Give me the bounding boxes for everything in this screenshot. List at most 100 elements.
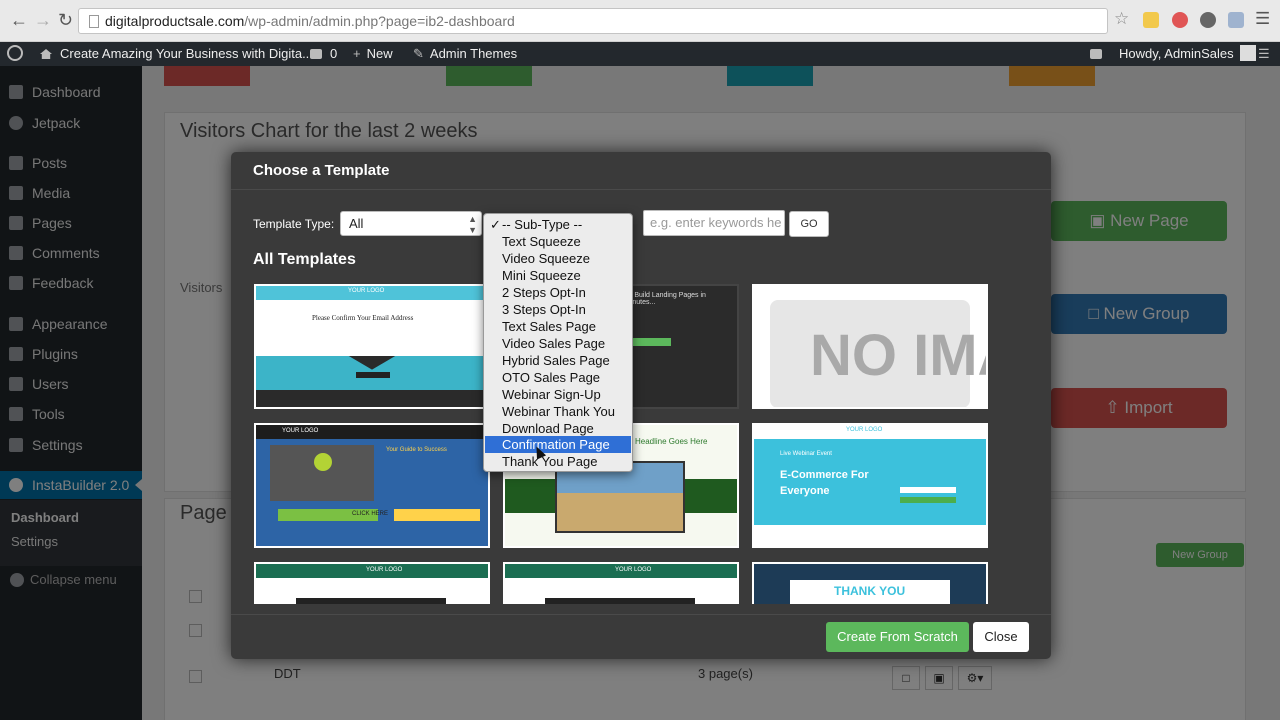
wordpress-logo-icon[interactable] xyxy=(7,42,23,66)
thumb-headline: Headline Goes Here xyxy=(635,437,708,446)
new-label: New xyxy=(366,46,393,61)
subtype-option[interactable]: 3 Steps Opt-In xyxy=(485,301,631,318)
browser-toolbar: ← → ↻ digitalproductsale.com/wp-admin/ad… xyxy=(0,0,1280,42)
plus-icon: + xyxy=(353,46,361,61)
forward-icon[interactable]: → xyxy=(34,10,52,31)
subtype-option[interactable]: Download Page xyxy=(485,420,631,437)
template-thumbnail[interactable]: THANK YOU xyxy=(752,562,988,604)
wp-admin-bar: Create Amazing Your Business with Digita… xyxy=(0,42,1280,66)
notification-icon[interactable] xyxy=(1090,42,1102,66)
option-label: Thank You Page xyxy=(502,454,598,469)
option-label: Video Sales Page xyxy=(502,336,606,351)
extension-badge-icon[interactable] xyxy=(1143,12,1159,28)
thumb-logo: YOUR LOGO xyxy=(366,567,403,573)
subtype-option[interactable]: 2 Steps Opt-In xyxy=(485,284,631,301)
option-label: -- Sub-Type -- xyxy=(502,217,583,232)
admin-themes-label: Admin Themes xyxy=(429,46,518,61)
subtype-option[interactable]: Hybrid Sales Page xyxy=(485,352,631,369)
subtype-option[interactable]: ✓ -- Sub-Type -- xyxy=(485,216,631,233)
close-button[interactable]: Close xyxy=(973,622,1029,652)
url-host: digitalproductsale.com xyxy=(105,13,245,29)
subtype-option-highlighted[interactable]: Confirmation Page xyxy=(485,436,631,453)
option-label: Download Page xyxy=(502,421,594,436)
subtype-dropdown-list[interactable]: ✓ -- Sub-Type -- Text Squeeze Video Squee… xyxy=(483,213,633,472)
thumb-headline: To Build Landing Pages in Minutes... xyxy=(625,292,706,306)
no-image-placeholder: NO IMAGE xyxy=(810,323,986,388)
back-icon[interactable]: ← xyxy=(10,10,28,31)
subtype-option[interactable]: OTO Sales Page xyxy=(485,369,631,386)
screen: ← → ↻ digitalproductsale.com/wp-admin/ad… xyxy=(0,0,1280,720)
extension-blue-icon[interactable] xyxy=(1228,12,1244,28)
thumb-cta: CLICK HERE xyxy=(352,511,389,517)
thumb-logo: YOUR LOGO xyxy=(846,427,883,433)
url-path: /wp-admin/admin.php?page=ib2-dashboard xyxy=(244,13,515,29)
template-type-value: All xyxy=(349,216,364,231)
comments-link[interactable]: 0 xyxy=(310,42,337,66)
thumb-headline: Your Guide to Success xyxy=(386,447,447,453)
subtype-option[interactable]: Video Squeeze xyxy=(485,250,631,267)
subtype-option[interactable]: Video Sales Page xyxy=(485,335,631,352)
option-label: Mini Squeeze xyxy=(502,268,581,283)
extension-dark-icon[interactable] xyxy=(1200,12,1216,28)
all-templates-heading: All Templates xyxy=(253,251,356,268)
thumb-headline: E-Commerce For Everyone xyxy=(780,469,869,497)
subtype-option[interactable]: Text Squeeze xyxy=(485,233,631,250)
modal-title: Choose a Template xyxy=(253,162,390,179)
option-label: Text Sales Page xyxy=(502,319,596,334)
modal-header: Choose a Template xyxy=(231,152,1051,190)
comment-bubble-icon xyxy=(310,49,322,59)
select-arrows-icon: ▲ ▼ xyxy=(468,214,477,235)
menu-icon[interactable]: ☰ xyxy=(1255,9,1270,29)
site-name: Create Amazing Your Business with Digita… xyxy=(60,46,313,61)
thumb-headline: Please Confirm Your Email Address xyxy=(312,314,414,322)
option-label: Video Squeeze xyxy=(502,251,590,266)
option-label: Webinar Sign-Up xyxy=(502,387,601,402)
option-label: 2 Steps Opt-In xyxy=(502,285,586,300)
option-label: OTO Sales Page xyxy=(502,370,601,385)
thumb-logo: YOUR LOGO xyxy=(348,288,385,294)
option-label: Hybrid Sales Page xyxy=(502,353,610,368)
home-icon xyxy=(40,49,52,59)
template-type-label: Template Type: xyxy=(253,217,335,231)
template-grid: YOUR LOGO Please Confirm Your Email Addr… xyxy=(251,280,1031,604)
account-menu[interactable]: Howdy, AdminSales xyxy=(1119,42,1256,66)
bookmark-star-icon[interactable]: ☆ xyxy=(1114,9,1129,29)
choose-template-modal: Choose a Template Template Type: All ▲ ▼ … xyxy=(231,152,1051,659)
subtype-option[interactable]: Webinar Sign-Up xyxy=(485,386,631,403)
subtype-option[interactable]: Text Sales Page xyxy=(485,318,631,335)
go-button[interactable]: GO xyxy=(789,211,829,237)
create-from-scratch-button[interactable]: Create From Scratch xyxy=(826,622,969,652)
template-thumbnail[interactable]: YOUR LOGO Your Guide to Success CLICK HE… xyxy=(254,423,490,548)
new-content-link[interactable]: + New xyxy=(353,42,393,66)
page-icon xyxy=(89,15,99,28)
checkmark-icon: ✓ xyxy=(490,217,501,232)
option-label: Webinar Thank You xyxy=(502,404,615,419)
keyword-search-input[interactable]: e.g. enter keywords he xyxy=(643,210,785,236)
admin-themes-link[interactable]: ✎ Admin Themes xyxy=(413,42,517,66)
thumb-subline: Live Webinar Event xyxy=(780,451,832,457)
template-thumbnail[interactable]: NO IMAGE xyxy=(752,284,988,409)
subtype-option[interactable]: Webinar Thank You xyxy=(485,403,631,420)
reload-icon[interactable]: ↻ xyxy=(58,10,73,31)
option-label: Confirmation Page xyxy=(502,437,610,452)
template-thumbnail[interactable]: YOUR LOGO xyxy=(254,562,490,604)
extension-red-icon[interactable] xyxy=(1172,12,1188,28)
template-thumbnail[interactable]: YOUR LOGO Live Webinar Event E-Commerce … xyxy=(752,423,988,548)
thumb-headline: THANK YOU xyxy=(834,584,906,598)
admin-menu-toggle-icon[interactable]: ☰ xyxy=(1258,42,1270,66)
subtype-option[interactable]: Thank You Page xyxy=(485,453,631,470)
brush-icon: ✎ xyxy=(413,46,424,61)
thumb-logo: YOUR LOGO xyxy=(615,567,652,573)
howdy-text: Howdy, AdminSales xyxy=(1119,46,1234,61)
avatar xyxy=(1239,45,1256,61)
address-bar[interactable]: digitalproductsale.com/wp-admin/admin.ph… xyxy=(78,8,1108,34)
comments-count: 0 xyxy=(330,46,338,61)
thumb-logo: YOUR LOGO xyxy=(282,428,319,434)
subtype-option[interactable]: Mini Squeeze xyxy=(485,267,631,284)
option-label: Text Squeeze xyxy=(502,234,581,249)
template-thumbnail[interactable]: YOUR LOGO xyxy=(503,562,739,604)
template-thumbnail[interactable]: YOUR LOGO Please Confirm Your Email Addr… xyxy=(254,284,490,409)
template-type-select[interactable]: All ▲ ▼ xyxy=(340,211,482,236)
option-label: 3 Steps Opt-In xyxy=(502,302,586,317)
site-name-link[interactable]: Create Amazing Your Business with Digita… xyxy=(40,42,313,66)
